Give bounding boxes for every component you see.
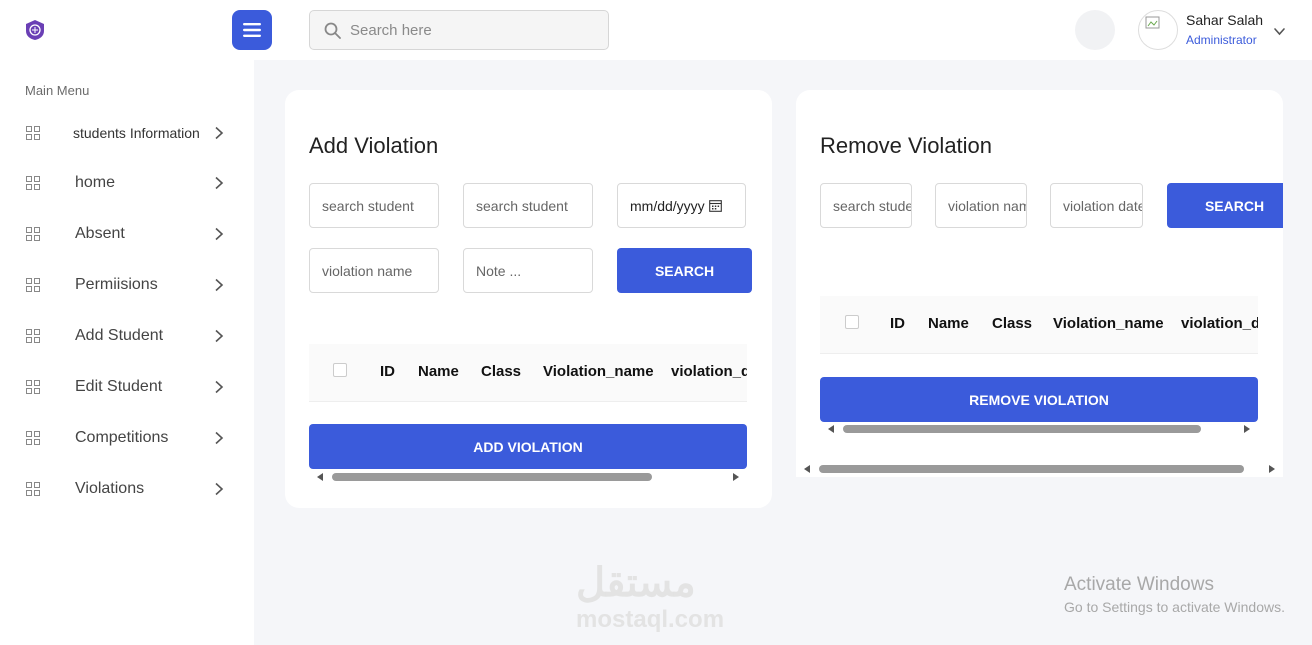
- remove-violation-button[interactable]: REMOVE VIOLATION: [820, 377, 1258, 422]
- select-all-checkbox[interactable]: [333, 363, 347, 377]
- user-name: Sahar Salah: [1186, 12, 1264, 28]
- scroll-left-icon[interactable]: [804, 465, 810, 473]
- chevron-right-icon: [215, 176, 224, 190]
- select-all-checkbox[interactable]: [845, 315, 859, 329]
- chevron-right-icon: [215, 227, 224, 241]
- top-header: Sahar Salah Administrator: [0, 0, 1312, 60]
- notification-button[interactable]: [1075, 10, 1115, 50]
- activate-windows-title: Activate Windows: [1064, 574, 1214, 595]
- scroll-left-icon[interactable]: [317, 473, 323, 481]
- watermark-logo: مستقل: [576, 561, 696, 605]
- grid-icon: [26, 482, 40, 496]
- chevron-right-icon: [215, 482, 224, 496]
- table-header: ID Name Class Violation_name violation_d…: [309, 344, 747, 402]
- add-violation-button[interactable]: ADD VIOLATION: [309, 424, 747, 469]
- scroll-thumb[interactable]: [332, 473, 652, 481]
- search-button[interactable]: SEARCH: [617, 248, 752, 293]
- horizontal-scrollbar[interactable]: [317, 470, 739, 484]
- sidebar-item-violations[interactable]: Violations: [0, 471, 254, 507]
- sidebar-item-label: Competitions: [75, 429, 169, 446]
- sidebar-item-label: home: [75, 174, 116, 191]
- sidebar-item-absent[interactable]: Absent: [0, 216, 254, 252]
- table-header: ID Name Class Violation_name violation_d…: [820, 296, 1258, 354]
- sidebar-item-permissions[interactable]: Permiisions: [0, 267, 254, 303]
- remove-violation-card: Remove Violation SEARCH ID Name Class Vi…: [796, 90, 1283, 477]
- sidebar: Main Menu students Information home Abse…: [0, 60, 254, 645]
- sidebar-item-add-student[interactable]: Add Student: [0, 318, 254, 354]
- chevron-right-icon: [215, 431, 224, 445]
- column-class[interactable]: Class: [481, 363, 521, 380]
- scroll-right-icon[interactable]: [1269, 465, 1275, 473]
- chevron-down-icon[interactable]: [1273, 25, 1286, 38]
- chevron-right-icon: [215, 329, 224, 343]
- column-name[interactable]: Name: [418, 363, 459, 380]
- grid-icon: [26, 126, 40, 140]
- search-student-input[interactable]: [309, 183, 439, 228]
- user-role: Administrator: [1186, 33, 1257, 47]
- grid-icon: [26, 278, 40, 292]
- search-student-input[interactable]: [820, 183, 912, 228]
- column-class[interactable]: Class: [992, 315, 1032, 332]
- chevron-right-icon: [215, 380, 224, 394]
- avatar[interactable]: [1138, 10, 1178, 50]
- scroll-thumb[interactable]: [819, 465, 1244, 473]
- column-id[interactable]: ID: [890, 315, 905, 332]
- sidebar-item-label: Add Student: [75, 327, 164, 344]
- chevron-right-icon: [215, 126, 224, 140]
- column-violation-date[interactable]: violation_date: [1181, 315, 1258, 332]
- column-name[interactable]: Name: [928, 315, 969, 332]
- sidebar-item-students-information[interactable]: students Information: [0, 115, 254, 151]
- outer-horizontal-scrollbar[interactable]: [804, 462, 1275, 476]
- sidebar-item-label: Absent: [75, 225, 125, 242]
- date-value: mm/dd/yyyy: [630, 197, 705, 214]
- scroll-right-icon[interactable]: [733, 473, 739, 481]
- menu-title: Main Menu: [25, 83, 90, 98]
- scroll-left-icon[interactable]: [828, 425, 834, 433]
- add-violation-card: Add Violation mm/dd/yyyy SEARCH ID Name …: [285, 90, 772, 508]
- search-icon: [324, 22, 341, 39]
- search-input[interactable]: [350, 21, 580, 39]
- search-student-input-2[interactable]: [463, 183, 593, 228]
- watermark-site: mostaql.com: [576, 606, 725, 633]
- menu-toggle-button[interactable]: [232, 10, 272, 50]
- column-violation-name[interactable]: Violation_name: [543, 363, 654, 380]
- grid-icon: [26, 176, 40, 190]
- scroll-thumb[interactable]: [843, 425, 1201, 433]
- sidebar-item-competitions[interactable]: Competitions: [0, 420, 254, 456]
- note-input[interactable]: [463, 248, 593, 293]
- sidebar-item-edit-student[interactable]: Edit Student: [0, 369, 254, 405]
- violation-name-input[interactable]: [935, 183, 1027, 228]
- grid-icon: [26, 431, 40, 445]
- chevron-right-icon: [215, 278, 224, 292]
- activate-windows-subtitle: Go to Settings to activate Windows.: [1064, 599, 1285, 615]
- scroll-right-icon[interactable]: [1244, 425, 1250, 433]
- grid-icon: [26, 227, 40, 241]
- column-violation-date[interactable]: violation_date: [671, 363, 747, 380]
- search-button[interactable]: SEARCH: [1167, 183, 1283, 228]
- app-logo-icon[interactable]: [24, 19, 46, 41]
- violation-name-input[interactable]: [309, 248, 439, 293]
- grid-icon: [26, 329, 40, 343]
- violation-date-input[interactable]: [1050, 183, 1143, 228]
- calendar-icon[interactable]: [708, 199, 722, 212]
- sidebar-item-home[interactable]: home: [0, 165, 254, 201]
- grid-icon: [26, 380, 40, 394]
- hamburger-icon: [243, 23, 261, 37]
- column-id[interactable]: ID: [380, 363, 395, 380]
- sidebar-item-label: students Information: [73, 125, 200, 141]
- card-title: Remove Violation: [820, 133, 993, 158]
- sidebar-item-label: Edit Student: [75, 378, 163, 395]
- sidebar-item-label: Permiisions: [75, 276, 158, 293]
- column-violation-name[interactable]: Violation_name: [1053, 315, 1164, 332]
- header-search[interactable]: [309, 10, 609, 50]
- broken-image-icon: [1145, 16, 1160, 29]
- inner-horizontal-scrollbar[interactable]: [828, 422, 1250, 436]
- violation-date-input[interactable]: mm/dd/yyyy: [617, 183, 746, 228]
- sidebar-item-label: Violations: [75, 480, 145, 497]
- card-title: Add Violation: [309, 133, 439, 158]
